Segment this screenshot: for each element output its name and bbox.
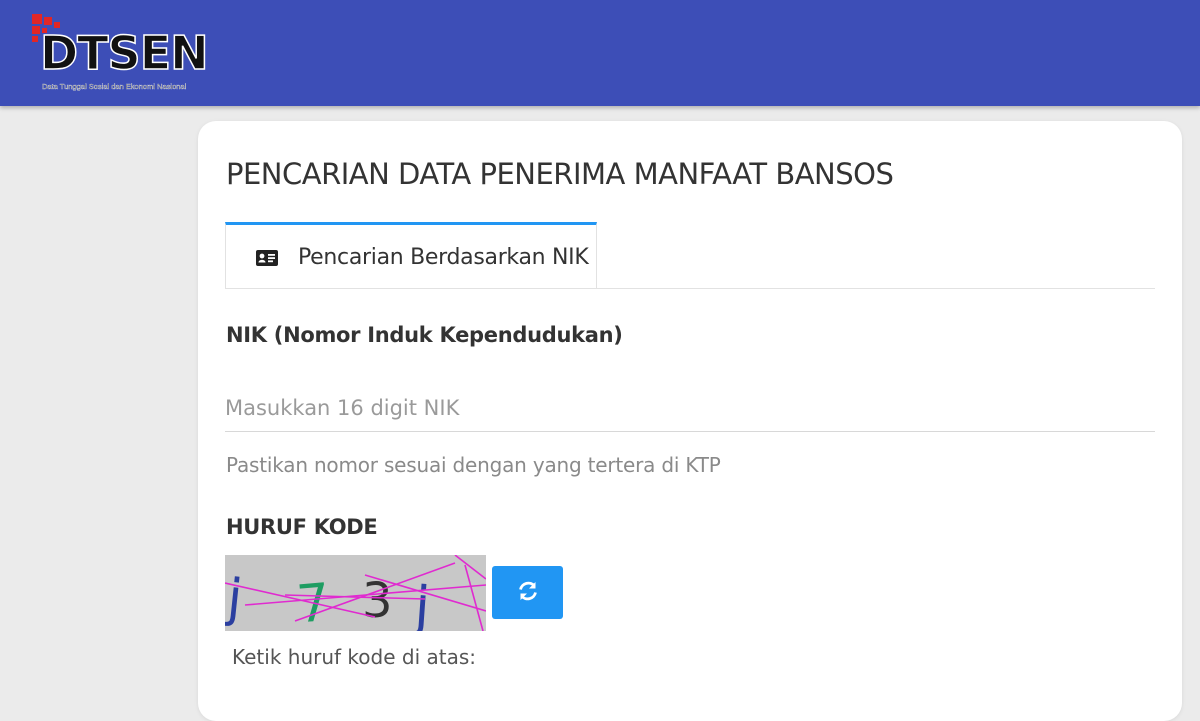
captcha-label: HURUF KODE bbox=[226, 515, 378, 539]
refresh-icon bbox=[518, 581, 537, 601]
dtsen-logo[interactable]: DTSEN Data Tunggal Sosial dan Ekonomi Na… bbox=[28, 12, 218, 94]
id-card-icon bbox=[256, 250, 278, 266]
page-title: PENCARIAN DATA PENERIMA MANFAAT BANSOS bbox=[226, 157, 894, 191]
nik-input[interactable] bbox=[225, 384, 1155, 432]
captcha-hint: Ketik huruf kode di atas: bbox=[232, 645, 476, 669]
captcha-char: j bbox=[225, 568, 245, 629]
top-header: DTSEN Data Tunggal Sosial dan Ekonomi Na… bbox=[0, 0, 1200, 106]
captcha-char: j bbox=[412, 574, 432, 631]
nik-help-text: Pastikan nomor sesuai dengan yang terter… bbox=[226, 453, 721, 477]
captcha-image: j 7 3 j bbox=[225, 555, 486, 631]
logo-subtitle: Data Tunggal Sosial dan Ekonomi Nasional bbox=[42, 82, 187, 91]
search-card: PENCARIAN DATA PENERIMA MANFAAT BANSOS P… bbox=[198, 121, 1182, 721]
tab-bar: Pencarian Berdasarkan NIK bbox=[225, 222, 1155, 289]
refresh-captcha-button[interactable] bbox=[492, 566, 563, 619]
nik-label: NIK (Nomor Induk Kependudukan) bbox=[226, 323, 623, 347]
logo-text: DTSEN bbox=[39, 26, 209, 80]
captcha-noise-lines bbox=[225, 555, 486, 631]
tab-search-by-nik[interactable]: Pencarian Berdasarkan NIK bbox=[225, 222, 597, 288]
captcha-char: 7 bbox=[294, 573, 332, 631]
tab-label: Pencarian Berdasarkan NIK bbox=[298, 245, 589, 270]
